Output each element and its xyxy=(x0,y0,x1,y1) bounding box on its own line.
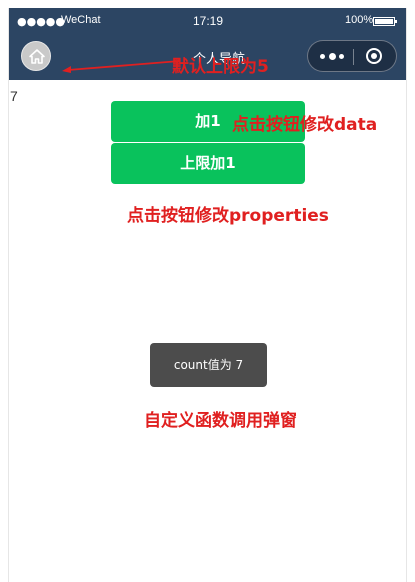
battery-percent: 100% xyxy=(345,14,374,26)
home-icon xyxy=(29,49,45,64)
count-value: 7 xyxy=(10,88,18,104)
screenshot-canvas: ●●●●● WeChat 17:19 100% 个人导航 7 加1 上限加1 c… xyxy=(0,0,415,582)
annotation-arrow-icon xyxy=(62,60,181,73)
battery-icon xyxy=(373,17,397,26)
more-dots-icon[interactable] xyxy=(320,53,346,60)
carrier-label: WeChat xyxy=(61,14,101,26)
annotation-data-note: 点击按钮修改data xyxy=(232,115,378,135)
limit-add-one-button[interactable]: 上限加1 xyxy=(111,143,305,184)
target-close-icon[interactable] xyxy=(366,48,382,64)
toast-popup: count值为 7 xyxy=(150,343,267,387)
signal-strength-icon: ●●●●● xyxy=(17,15,65,28)
phone-screen: ●●●●● WeChat 17:19 100% 个人导航 7 加1 上限加1 c… xyxy=(8,8,407,582)
annotation-properties-note: 点击按钮修改properties xyxy=(127,206,329,226)
annotation-toast-note: 自定义函数调用弹窗 xyxy=(144,411,297,431)
menu-capsule xyxy=(307,40,397,72)
status-bar: ●●●●● WeChat 17:19 100% xyxy=(9,8,406,34)
status-time: 17:19 xyxy=(193,14,224,28)
capsule-divider xyxy=(353,49,354,65)
annotation-limit-note: 默认上限为5 xyxy=(172,57,269,77)
home-button[interactable] xyxy=(21,41,51,71)
